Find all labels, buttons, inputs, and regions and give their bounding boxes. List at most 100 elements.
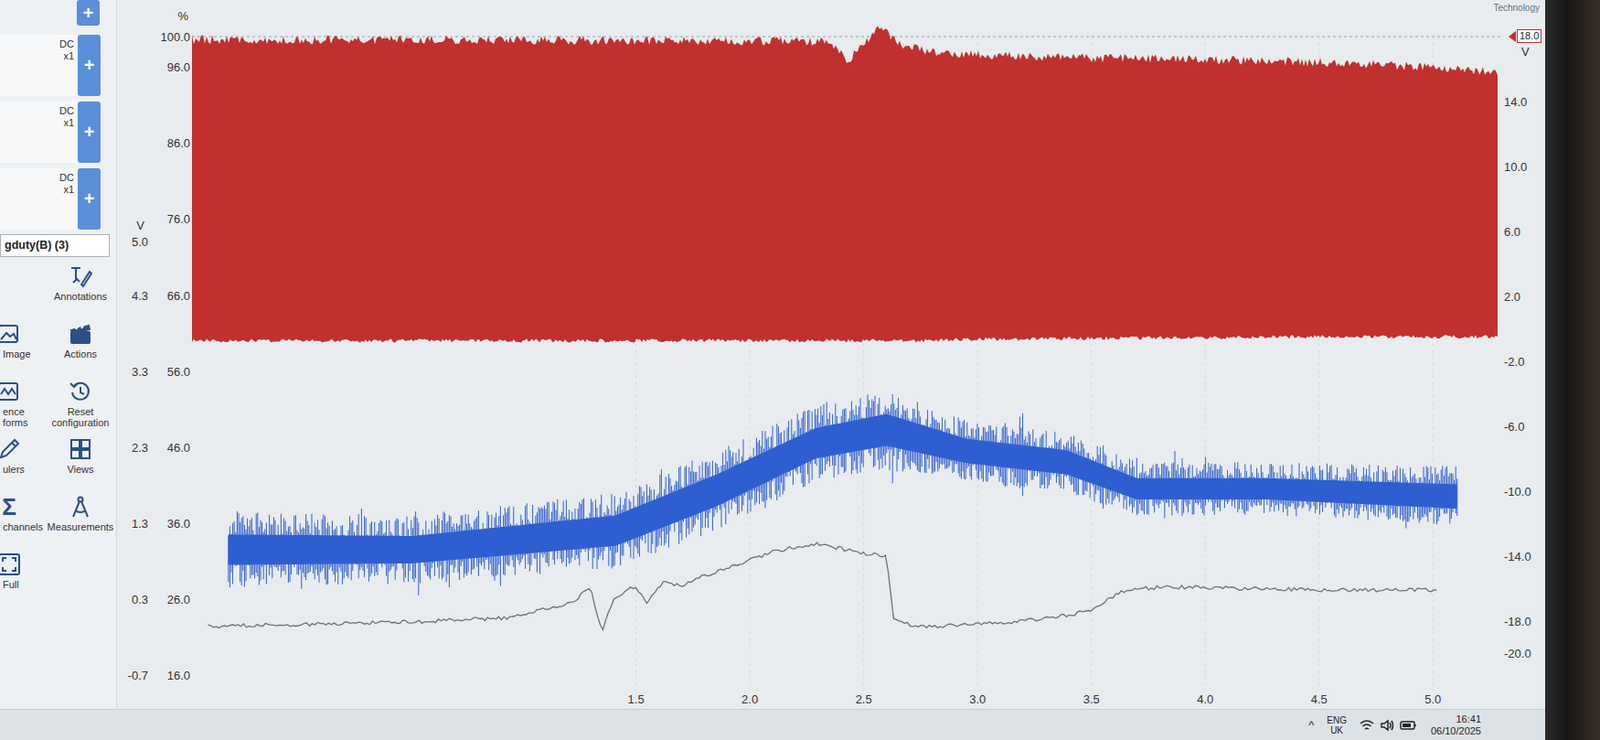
add-button[interactable]: +: [77, 168, 101, 230]
plot-area[interactable]: [192, 0, 1502, 691]
math-channel-label[interactable]: gduty(B) (3): [0, 234, 110, 257]
axis-marker[interactable]: 18.0: [1508, 29, 1542, 43]
screen-photo: +DCx1+DCx1+DCx1+gduty(B) (3)AnnotationsI…: [0, 0, 1600, 740]
language-indicator[interactable]: ENGUK: [1326, 714, 1347, 736]
time-tick: 3.5: [1083, 692, 1100, 706]
fullscreen-icon: [0, 552, 22, 576]
tool-label-line: Measurements: [47, 521, 115, 533]
add-button[interactable]: +: [76, 0, 100, 26]
clapperboard-icon: [68, 321, 93, 346]
tool-button[interactable]: Full: [0, 552, 44, 610]
tool-label: ulers: [2, 463, 25, 475]
add-button[interactable]: +: [77, 101, 101, 163]
tool-button[interactable]: enceforms: [0, 379, 44, 438]
tool-icon-box: [68, 321, 93, 346]
left-axis: %100.096.086.076.066.056.046.036.026.016…: [117, 0, 192, 691]
image-icon: [0, 321, 22, 346]
percent-unit: %: [177, 9, 189, 23]
series-trace: [228, 394, 1458, 596]
right-tick: -10.0: [1504, 483, 1532, 498]
tool-label: Actions: [64, 348, 97, 360]
tool-button[interactable]: Image: [0, 321, 44, 380]
right-tick: -18.0: [1504, 613, 1532, 628]
tray-icons: [1359, 718, 1419, 732]
channel-row[interactable]: DCx1+: [0, 168, 101, 230]
tray-chevron[interactable]: ^: [1308, 719, 1314, 730]
tool-icon-box: Σ: [0, 494, 22, 519]
waveform-icon: [0, 379, 22, 404]
grid-icon: [68, 437, 93, 461]
volt-tick: 5.0: [131, 234, 149, 249]
tool-icon-box: [0, 321, 22, 346]
percent-tick: 76.0: [167, 212, 191, 226]
volt-tick: 1.3: [131, 515, 149, 530]
channel-settings[interactable]: DCx1: [59, 168, 75, 230]
time-tick: 4.5: [1311, 692, 1328, 706]
tool-button[interactable]: Σchannels: [0, 494, 44, 553]
tool-label: enceforms: [2, 405, 29, 428]
channel-row[interactable]: DCx1+: [0, 101, 101, 163]
volt-tick: 0.3: [131, 591, 149, 606]
tool-button[interactable]: ulers: [0, 437, 44, 495]
battery-icon[interactable]: [1399, 718, 1419, 732]
reset-clock-icon: [68, 379, 93, 404]
right-tick: 10.0: [1504, 159, 1527, 173]
annotation-icon: [68, 264, 93, 288]
language: ENG: [1326, 714, 1347, 726]
time-tick: 2.5: [855, 692, 873, 706]
tool-icon-box: [0, 437, 22, 461]
tool-icon-box: [68, 494, 93, 519]
plot[interactable]: [192, 0, 1502, 691]
tool-button[interactable]: Measurements: [43, 494, 118, 553]
tool-icon-box: [68, 379, 93, 404]
series-trace: [207, 542, 1437, 630]
tool-icon-box: [0, 379, 22, 404]
ruler-icon: [0, 437, 22, 461]
coupling-label: DC: [59, 171, 75, 184]
channel-list: DCx1+DCx1+DCx1+: [0, 34, 117, 230]
right-tick: -14.0: [1504, 548, 1532, 563]
right-axis: 18.0V14.010.06.02.0-2.0-6.0-10.0-14.0-18…: [1501, 0, 1546, 691]
duty-band: [192, 26, 1498, 343]
tool-label-line: ulers: [2, 463, 25, 475]
percent-tick: 66.0: [167, 288, 191, 302]
marker-arrow-icon: [1508, 31, 1516, 43]
time-axis: 1.52.02.53.03.54.04.55.0: [192, 690, 1502, 709]
tool-button[interactable]: Views: [43, 437, 118, 495]
series-trace: [192, 26, 1498, 343]
percent-tick: 86.0: [167, 136, 191, 150]
tool-grid: Annotations Image Actions enceforms Resetcon…: [0, 264, 117, 610]
tool-label-line: Image: [2, 348, 32, 360]
channel-settings[interactable]: DCx1: [59, 34, 75, 96]
tool-label-line: Actions: [64, 348, 97, 360]
percent-tick: 26.0: [167, 591, 191, 606]
percent-tick: 100.0: [160, 30, 191, 44]
volt-tick: -0.7: [128, 668, 149, 683]
wifi-icon[interactable]: [1359, 718, 1375, 732]
tool-button[interactable]: Annotations: [43, 264, 118, 322]
percent-tick: 16.0: [167, 668, 191, 683]
tool-button[interactable]: Resetconfiguration: [43, 379, 118, 438]
volt-tick: 2.3: [131, 439, 149, 454]
tool-button[interactable]: Actions: [43, 321, 118, 380]
time-tick: 4.0: [1196, 692, 1214, 706]
date: 06/10/2025: [1430, 725, 1482, 737]
tool-label-line: channels: [2, 521, 43, 533]
channel-settings[interactable]: DCx1: [59, 101, 75, 163]
volume-icon[interactable]: [1379, 718, 1395, 732]
time-tick: 5.0: [1424, 692, 1441, 706]
tool-label-line: Annotations: [53, 290, 107, 302]
volt-unit: V: [136, 218, 145, 233]
add-button[interactable]: +: [77, 34, 101, 96]
percent-tick: 96.0: [167, 60, 191, 75]
tool-label-line: Views: [66, 463, 94, 475]
scope-chart: %100.096.086.076.066.056.046.036.026.016…: [117, 0, 1546, 709]
clock[interactable]: 16:4106/10/2025: [1430, 713, 1482, 737]
time-tick: 3.0: [969, 692, 986, 706]
channel-row[interactable]: DCx1+: [0, 34, 101, 96]
tool-label-line: Reset: [52, 405, 110, 417]
volt-tick: 3.3: [131, 363, 149, 378]
right-tick: -6.0: [1504, 418, 1525, 433]
tool-label: Annotations: [53, 290, 107, 302]
tool-label-line: configuration: [52, 416, 110, 428]
